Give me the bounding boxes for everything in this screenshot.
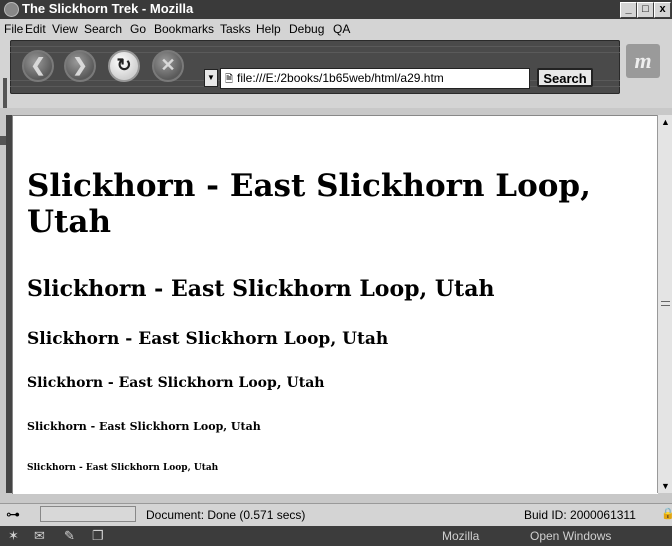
stop-button[interactable]: ✕ <box>152 50 184 82</box>
mail-icon[interactable]: ✉ <box>34 528 45 544</box>
window-title: The Slickhorn Trek - Mozilla <box>22 1 194 16</box>
taskbar-app-name: Mozilla <box>442 529 480 543</box>
composer-icon[interactable]: ✎ <box>64 528 75 544</box>
back-button[interactable]: ❮ <box>22 50 54 82</box>
heading-h3: Slickhorn - East Slickhorn Loop, Utah <box>27 329 389 349</box>
url-dropdown-button[interactable]: ▼ <box>204 69 218 87</box>
heading-h2: Slickhorn - East Slickhorn Loop, Utah <box>27 276 495 302</box>
url-text: file:///E:/2books/1b65web/html/a29.htm <box>237 71 444 85</box>
stop-icon: ✕ <box>160 55 176 75</box>
heading-h6: Slickhorn - East Slickhorn Loop, Utah <box>27 463 219 473</box>
menu-search[interactable]: Search <box>84 22 122 36</box>
scroll-thumb[interactable] <box>661 301 670 306</box>
menu-bookmarks[interactable]: Bookmarks <box>154 22 214 36</box>
mozilla-window-icon[interactable] <box>4 2 19 17</box>
progress-meter <box>40 506 136 522</box>
navigator-icon[interactable]: ✶ <box>8 528 19 544</box>
back-arrow-icon: ❮ <box>30 55 46 75</box>
heading-h4: Slickhorn - East Slickhorn Loop, Utah <box>27 375 325 391</box>
menu-help[interactable]: Help <box>256 22 281 36</box>
menu-tasks[interactable]: Tasks <box>220 22 251 36</box>
menu-bar: File Edit View Search Go Bookmarks Tasks… <box>0 19 672 38</box>
menu-qa[interactable]: QA <box>333 22 350 36</box>
vertical-scrollbar[interactable]: ▲ ▼ <box>657 115 672 493</box>
component-bar: ✶ ✉ ✎ ❐ Mozilla Open Windows <box>0 526 672 546</box>
search-button[interactable]: Search <box>537 68 593 87</box>
toolbar-grip[interactable] <box>3 78 7 108</box>
forward-button[interactable]: ❯ <box>64 50 96 82</box>
status-bar: ⊶ Document: Done (0.571 secs) Buid ID: 2… <box>0 503 672 526</box>
heading-h1: Slickhorn - East Slickhorn Loop, Utah <box>27 168 591 240</box>
lock-icon[interactable]: 🔒 <box>661 507 672 520</box>
connection-icon[interactable]: ⊶ <box>6 506 20 523</box>
menu-go[interactable]: Go <box>130 22 146 36</box>
maximize-button[interactable]: □ <box>637 2 654 18</box>
open-windows-button[interactable]: Open Windows <box>530 529 611 543</box>
navigation-toolbar: ❮ ❯ ↻ ✕ ▼ 🗎 file:///E:/2books/1b65web/ht… <box>0 38 672 145</box>
close-button[interactable]: x <box>654 2 671 18</box>
chevron-down-icon: ▼ <box>207 73 215 82</box>
status-text: Document: Done (0.571 secs) <box>146 508 306 522</box>
heading-h5: Slickhorn - East Slickhorn Loop, Utah <box>27 420 261 433</box>
menu-debug[interactable]: Debug <box>289 22 324 36</box>
menu-file[interactable]: File <box>4 22 23 36</box>
address-book-icon[interactable]: ❐ <box>92 528 104 544</box>
reload-icon: ↻ <box>116 55 132 75</box>
mozilla-throbber-logo[interactable]: m <box>626 44 660 78</box>
forward-arrow-icon: ❯ <box>72 55 88 75</box>
menu-edit[interactable]: Edit <box>25 22 46 36</box>
minimize-button[interactable]: _ <box>620 2 637 18</box>
url-bar[interactable]: 🗎 file:///E:/2books/1b65web/html/a29.htm <box>220 68 530 89</box>
menu-view[interactable]: View <box>52 22 78 36</box>
scroll-down-icon[interactable]: ▼ <box>661 481 670 491</box>
scroll-up-icon[interactable]: ▲ <box>661 117 670 127</box>
page-icon: 🗎 <box>225 74 234 85</box>
reload-button[interactable]: ↻ <box>108 50 140 82</box>
title-bar: The Slickhorn Trek - Mozilla _ □ x <box>0 0 672 19</box>
page-content: Slickhorn - East Slickhorn Loop, Utah Sl… <box>12 115 658 494</box>
build-id-text: Buid ID: 2000061311 <box>524 508 636 522</box>
